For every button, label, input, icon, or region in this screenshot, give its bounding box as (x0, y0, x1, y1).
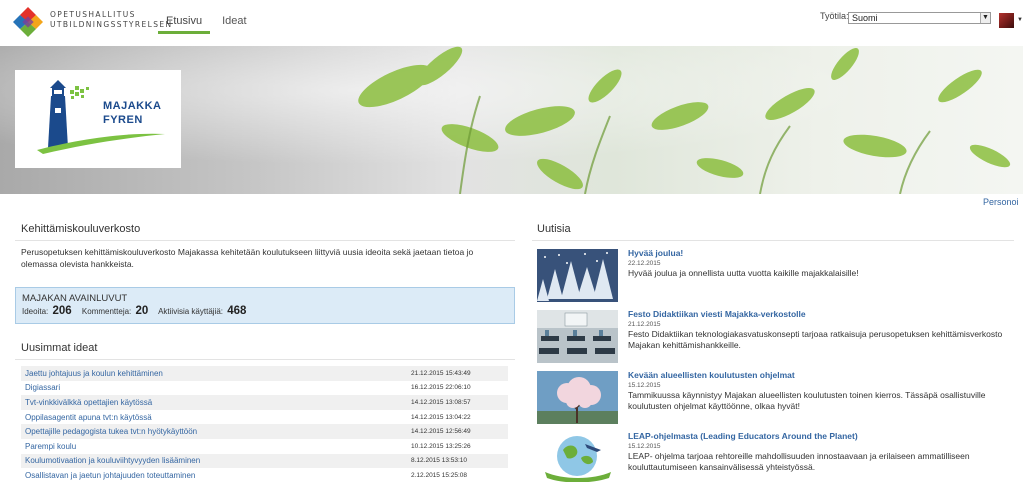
idea-link[interactable]: Opettajille pedagogista tukea tvt:n hyöt… (21, 427, 411, 436)
news-section-title: Uutisia (537, 223, 571, 235)
comments-count-value: 20 (135, 305, 149, 317)
news-list: Hyvää joulua! 22.12.2015 Hyvää joulua ja… (537, 247, 1007, 482)
idea-link[interactable]: Parempi koulu (21, 442, 411, 451)
idea-row: Osallistavan ja jaetun johtajuuden toteu… (21, 468, 508, 482)
logo-line-1: OPETUSHALLITUS (50, 10, 136, 19)
ideas-count-value: 206 (52, 305, 72, 317)
idea-link[interactable]: Osallistavan ja jaetun johtajuuden toteu… (21, 471, 411, 480)
idea-date: 8.12.2015 13:53:10 (411, 457, 468, 465)
idea-link[interactable]: Digiassari (21, 383, 411, 392)
idea-date: 14.12.2015 12:56:49 (411, 428, 471, 436)
lighthouse-icon (37, 80, 165, 154)
news-title-link[interactable]: Hyvää joulua! (628, 248, 1008, 259)
divider (15, 240, 515, 241)
divider (15, 359, 515, 360)
logo-text: OPETUSHALLITUS UTBILDNINGSSTYRELSEN (50, 10, 173, 30)
network-section-title: Kehittämiskouluverkosto (21, 223, 141, 235)
nav-etusivu[interactable]: Etusivu (158, 0, 211, 34)
idea-row: Jaettu johtajuus ja koulun kehittäminen … (21, 366, 508, 381)
top-bar: OPETUSHALLITUS UTBILDNINGSSTYRELSEN Etus… (0, 0, 1023, 46)
snowy-forest-thumbnail[interactable] (537, 249, 618, 302)
news-title-link[interactable]: Festo Didaktiikan viesti Majakka-verkost… (628, 309, 1008, 320)
brand-name-fyren: FYREN (103, 114, 143, 126)
news-body: Festo Didaktiikan viesti Majakka-verkost… (628, 309, 1008, 351)
blossom-tree-thumbnail[interactable] (537, 371, 618, 424)
idea-date: 14.12.2015 13:04:22 (411, 413, 471, 421)
idea-date: 10.12.2015 13:25:26 (411, 442, 471, 450)
idea-row: Oppilasagentit apuna tvt:n käytössä 14.1… (21, 410, 508, 425)
news-body: Hyvää joulua! 22.12.2015 Hyvää joulua ja… (628, 248, 1008, 279)
news-summary: LEAP- ohjelma tarjoaa rehtoreille mahdol… (628, 451, 970, 472)
news-summary: Tammikuussa käynnistyy Majakan alueellis… (628, 390, 986, 411)
opetushallitus-logo[interactable]: OPETUSHALLITUS UTBILDNINGSSTYRELSEN (12, 6, 171, 40)
nav-ideat[interactable]: Ideat (214, 0, 254, 34)
user-avatar[interactable] (999, 13, 1014, 28)
idea-link[interactable]: Tvt-vinkkivälkkä opettajien käytössä (21, 398, 411, 407)
news-title-link[interactable]: LEAP-ohjelmasta (Leading Educators Aroun… (628, 431, 1008, 442)
news-date: 15.12.2015 (628, 443, 661, 450)
idea-link[interactable]: Oppilasagentit apuna tvt:n käytössä (21, 413, 411, 422)
key-figures-title: MAJAKAN AVAINLUVUT (22, 293, 128, 304)
intro-text: Perusopetuksen kehittämiskouluverkosto M… (21, 247, 474, 269)
news-summary: Hyvää joulua ja onnellista uutta vuotta … (628, 268, 859, 278)
news-item: Hyvää joulua! 22.12.2015 Hyvää joulua ja… (537, 247, 1007, 308)
leap-globe-thumbnail[interactable] (537, 432, 618, 482)
idea-row: Parempi koulu 10.12.2015 13:25:26 (21, 439, 508, 454)
idea-row: Tvt-vinkkivälkkä opettajien käytössä 14.… (21, 395, 508, 410)
idea-row: Digiassari 16.12.2015 22:06:10 (21, 381, 508, 396)
news-summary: Festo Didaktiikan teknologiakasvatuskons… (628, 329, 1003, 350)
news-item: Kevään alueellisten koulutusten ohjelmat… (537, 369, 1007, 430)
brand-name-majakka: MAJAKKA (103, 100, 162, 112)
main-nav: Etusivu Ideat (158, 0, 259, 46)
users-count-label: Aktiivisia käyttäjiä: (158, 307, 223, 316)
idea-row: Opettajille pedagogista tukea tvt:n hyöt… (21, 424, 508, 439)
hero-banner: MAJAKKA FYREN (0, 46, 1023, 194)
divider (532, 240, 1014, 241)
idea-link[interactable]: Koulumotivaation ja kouluviihtyvyyden li… (21, 456, 411, 465)
idea-date: 16.12.2015 22:06:10 (411, 384, 471, 392)
workspace-select[interactable]: Suomi ▼ (848, 12, 991, 24)
logo-line-2: UTBILDNINGSSTYRELSEN (50, 20, 173, 29)
news-date: 21.12.2015 (628, 321, 661, 328)
news-date: 15.12.2015 (628, 382, 661, 389)
idea-date: 21.12.2015 15:43:49 (411, 369, 471, 377)
news-title-link[interactable]: Kevään alueellisten koulutusten ohjelmat (628, 370, 1008, 381)
comments-count-label: Kommentteja: (81, 307, 132, 316)
news-item: LEAP-ohjelmasta (Leading Educators Aroun… (537, 430, 1007, 482)
classroom-thumbnail[interactable] (537, 310, 618, 363)
idea-link[interactable]: Jaettu johtajuus ja koulun kehittäminen (21, 369, 411, 378)
idea-date: 2.12.2015 15:25:08 (411, 471, 468, 479)
idea-date: 14.12.2015 13:08:57 (411, 398, 471, 406)
workspace-label: Työtila: (820, 11, 849, 21)
diamond-logo-icon (13, 7, 43, 37)
latest-ideas-title: Uusimmat ideat (21, 342, 98, 354)
ideas-count-label: Ideoita: (22, 307, 49, 316)
news-body: LEAP-ohjelmasta (Leading Educators Aroun… (628, 431, 1008, 473)
news-body: Kevään alueellisten koulutusten ohjelmat… (628, 370, 1008, 412)
personalize-link[interactable]: Personoi (983, 197, 1019, 207)
key-figures-box: MAJAKAN AVAINLUVUT Ideoita: 206 Kommentt… (15, 287, 515, 324)
idea-row: Koulumotivaation ja kouluviihtyvyyden li… (21, 453, 508, 469)
latest-ideas-list: Jaettu johtajuus ja koulun kehittäminen … (21, 366, 508, 482)
news-date: 22.12.2015 (628, 260, 661, 267)
users-count-value: 468 (227, 305, 247, 317)
caret-down-icon[interactable]: ▼ (1017, 17, 1023, 23)
dropdown-arrow-icon: ▼ (980, 13, 990, 23)
key-figures-row: Ideoita: 206 Kommentteja: 20 Aktiivisia … (22, 305, 254, 317)
majakka-logo[interactable]: MAJAKKA FYREN (15, 70, 181, 168)
news-item: Festo Didaktiikan viesti Majakka-verkost… (537, 308, 1007, 369)
workspace-select-value: Suomi (852, 13, 878, 23)
